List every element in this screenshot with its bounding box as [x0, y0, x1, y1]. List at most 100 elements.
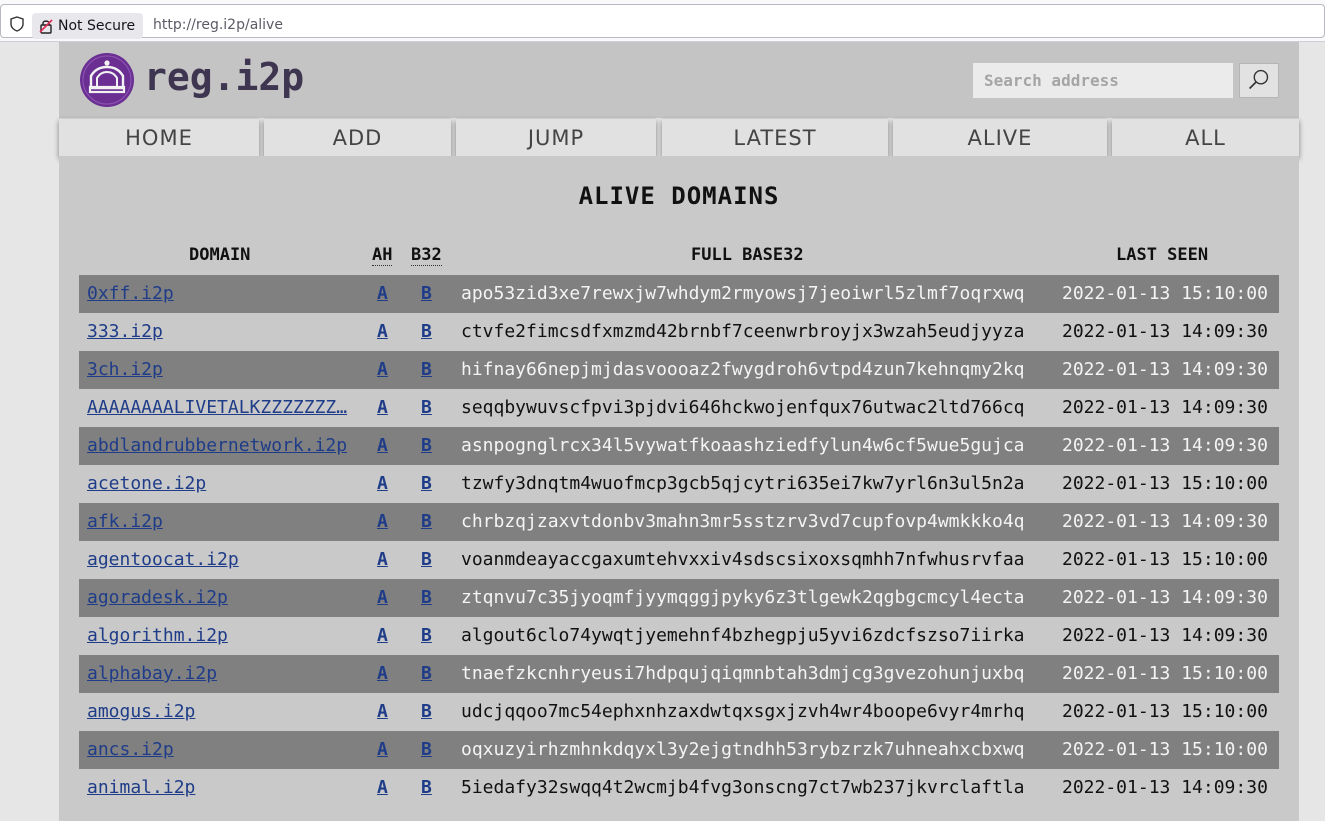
- search-address-input[interactable]: [973, 63, 1233, 98]
- site-title[interactable]: reg.i2p: [144, 55, 304, 99]
- table-row: algorithm.i2p A Balgout6clo74ywqtjyemehnf4…: [79, 617, 1279, 655]
- nav-jump[interactable]: JUMP: [456, 118, 656, 156]
- addresshelper-link[interactable]: A: [377, 503, 388, 541]
- domain-link[interactable]: afk.i2p: [87, 503, 349, 541]
- not-secure-indicator[interactable]: Not Secure: [32, 13, 144, 39]
- domain-link[interactable]: abdlandrubbernetwork.i2p: [87, 427, 349, 465]
- url-text[interactable]: http://reg.i2p/alive: [153, 17, 283, 33]
- b32-link[interactable]: B: [421, 313, 432, 351]
- not-secure-label: Not Secure: [58, 18, 136, 34]
- addresshelper-link[interactable]: A: [377, 427, 388, 465]
- crown-logo-icon[interactable]: [79, 52, 135, 108]
- addresshelper-link[interactable]: A: [377, 655, 388, 693]
- domain-link[interactable]: acetone.i2p: [87, 465, 349, 503]
- domain-link[interactable]: 0xff.i2p: [87, 275, 349, 313]
- last-seen-value: 2022-01-13 14:09:30: [1062, 511, 1268, 532]
- addresshelper-link[interactable]: A: [377, 769, 388, 807]
- addresshelper-link[interactable]: A: [377, 465, 388, 503]
- main-nav: HOME ADD JUMP LATEST ALIVE ALL: [59, 118, 1299, 156]
- b32-link[interactable]: B: [421, 693, 432, 731]
- addresshelper-link[interactable]: A: [377, 313, 388, 351]
- last-seen-value: 2022-01-13 15:10:00: [1062, 283, 1268, 304]
- addresshelper-link[interactable]: A: [377, 617, 388, 655]
- table-row: alphabay.i2p A Btnaefzkcnhryeusi7hdpqujqiq…: [79, 655, 1279, 693]
- base32-value: udcjqqoo7mc54ephxnhzaxdwtqxsgxjzvh4wr4bo…: [461, 701, 1025, 722]
- nav-all[interactable]: ALL: [1112, 118, 1299, 156]
- search-button[interactable]: [1239, 63, 1279, 98]
- base32-value: asnpognglrcx34l5vywatfkoaashziedfylun4w6…: [461, 435, 1025, 456]
- b32-link[interactable]: B: [421, 503, 432, 541]
- b32-link[interactable]: B: [421, 465, 432, 503]
- last-seen-value: 2022-01-13 15:10:00: [1062, 701, 1268, 722]
- last-seen-value: 2022-01-13 14:09:30: [1062, 625, 1268, 646]
- nav-home[interactable]: HOME: [59, 118, 259, 156]
- nav-add[interactable]: ADD: [264, 118, 451, 156]
- domain-link[interactable]: AAAAAAAALIVETALKZZZZZZZ…: [87, 389, 349, 427]
- domain-link[interactable]: ancs.i2p: [87, 731, 349, 769]
- last-seen-value: 2022-01-13 14:09:30: [1062, 397, 1268, 418]
- last-seen-value: 2022-01-13 14:09:30: [1062, 435, 1268, 456]
- col-header-full-base32: FULL BASE32: [691, 245, 804, 265]
- address-bar[interactable]: Not Secure http://reg.i2p/alive: [0, 4, 1325, 39]
- table-row: agoradesk.i2p A Bztqnvu7c35jyoqmfjyymqggjp…: [79, 579, 1279, 617]
- table-row: AAAAAAAALIVETALKZZZZZZZ… A Bseqqbywuvscfpv…: [79, 389, 1279, 427]
- nav-alive[interactable]: ALIVE: [893, 118, 1107, 156]
- browser-toolbar: Not Secure http://reg.i2p/alive: [0, 0, 1325, 42]
- last-seen-value: 2022-01-13 14:09:30: [1062, 359, 1268, 380]
- b32-link[interactable]: B: [421, 769, 432, 807]
- domain-link[interactable]: agentoocat.i2p: [87, 541, 349, 579]
- domain-link[interactable]: agoradesk.i2p: [87, 579, 349, 617]
- base32-value: tzwfy3dnqtm4wuofmcp3gcb5qjcytri635ei7kw7…: [461, 473, 1025, 494]
- base32-value: apo53zid3xe7rewxjw7whdym2rmyowsj7jeoiwrl…: [461, 283, 1025, 304]
- table-row: 0xff.i2p A Bapo53zid3xe7rewxjw7whdym2rmyow…: [79, 275, 1279, 313]
- addresshelper-link[interactable]: A: [377, 389, 388, 427]
- base32-value: oqxuzyirhzmhnkdqyxl3y2ejgtndhh53rybzrzk7…: [461, 739, 1025, 760]
- domain-link[interactable]: alphabay.i2p: [87, 655, 349, 693]
- table-row: acetone.i2p A Btzwfy3dnqtm4wuofmcp3gcb5qjc…: [79, 465, 1279, 503]
- base32-value: 5iedafy32swqq4t2wcmjb4fvg3onscng7ct7wb23…: [461, 777, 1025, 798]
- base32-value: ctvfe2fimcsdfxmzmd42brnbf7ceenwrbroyjx3w…: [461, 321, 1025, 342]
- table-row: amogus.i2p A Budcjqqoo7mc54ephxnhzaxdwtqxs…: [79, 693, 1279, 731]
- col-header-b32: B32: [411, 245, 442, 266]
- page-heading: ALIVE DOMAINS: [578, 182, 780, 210]
- addresshelper-link[interactable]: A: [377, 541, 388, 579]
- addresshelper-link[interactable]: A: [377, 351, 388, 389]
- col-header-last-seen: LAST SEEN: [1116, 245, 1209, 265]
- domain-link[interactable]: 333.i2p: [87, 313, 349, 351]
- last-seen-value: 2022-01-13 15:10:00: [1062, 739, 1268, 760]
- domain-link[interactable]: algorithm.i2p: [87, 617, 349, 655]
- b32-link[interactable]: B: [421, 351, 432, 389]
- base32-value: algout6clo74ywqtjyemehnf4bzhegpju5yvi6zd…: [461, 625, 1025, 646]
- content-area: ALIVE DOMAINS DOMAIN AH B32 FULL BASE32 …: [59, 156, 1299, 821]
- b32-link[interactable]: B: [421, 655, 432, 693]
- last-seen-value: 2022-01-13 14:09:30: [1062, 777, 1268, 798]
- search-icon: [1248, 69, 1269, 90]
- last-seen-value: 2022-01-13 14:09:30: [1062, 321, 1268, 342]
- table-row: ancs.i2p A Boqxuzyirhzmhnkdqyxl3y2ejgtndhh…: [79, 731, 1279, 769]
- b32-link[interactable]: B: [421, 427, 432, 465]
- table-row: agentoocat.i2p A Bvoanmdeayaccgaxumtehvxxi…: [79, 541, 1279, 579]
- addresshelper-link[interactable]: A: [377, 275, 388, 313]
- table-row: abdlandrubbernetwork.i2p A Basnpognglrcx34…: [79, 427, 1279, 465]
- addresshelper-link[interactable]: A: [377, 579, 388, 617]
- shield-icon[interactable]: [9, 16, 25, 32]
- domain-link[interactable]: animal.i2p: [87, 769, 349, 807]
- domain-link[interactable]: amogus.i2p: [87, 693, 349, 731]
- b32-link[interactable]: B: [421, 275, 432, 313]
- addresshelper-link[interactable]: A: [377, 693, 388, 731]
- domain-link[interactable]: 3ch.i2p: [87, 351, 349, 389]
- table-row: afk.i2p A Bchrbzqjzaxvtdonbv3mahn3mr5sstzr…: [79, 503, 1279, 541]
- b32-link[interactable]: B: [421, 389, 432, 427]
- last-seen-value: 2022-01-13 15:10:00: [1062, 473, 1268, 494]
- b32-link[interactable]: B: [421, 617, 432, 655]
- b32-link[interactable]: B: [421, 731, 432, 769]
- b32-link[interactable]: B: [421, 579, 432, 617]
- addresshelper-link[interactable]: A: [377, 731, 388, 769]
- col-header-ah: AH: [372, 245, 393, 266]
- col-header-domain: DOMAIN: [189, 245, 251, 265]
- table-row: animal.i2p A B 5iedafy32swqq4t2wcmjb4fvg3on…: [79, 769, 1279, 807]
- last-seen-value: 2022-01-13 14:09:30: [1062, 587, 1268, 608]
- b32-link[interactable]: B: [421, 541, 432, 579]
- table-row: 333.i2p A Bctvfe2fimcsdfxmzmd42brnbf7ceenw…: [79, 313, 1279, 351]
- nav-latest[interactable]: LATEST: [662, 118, 888, 156]
